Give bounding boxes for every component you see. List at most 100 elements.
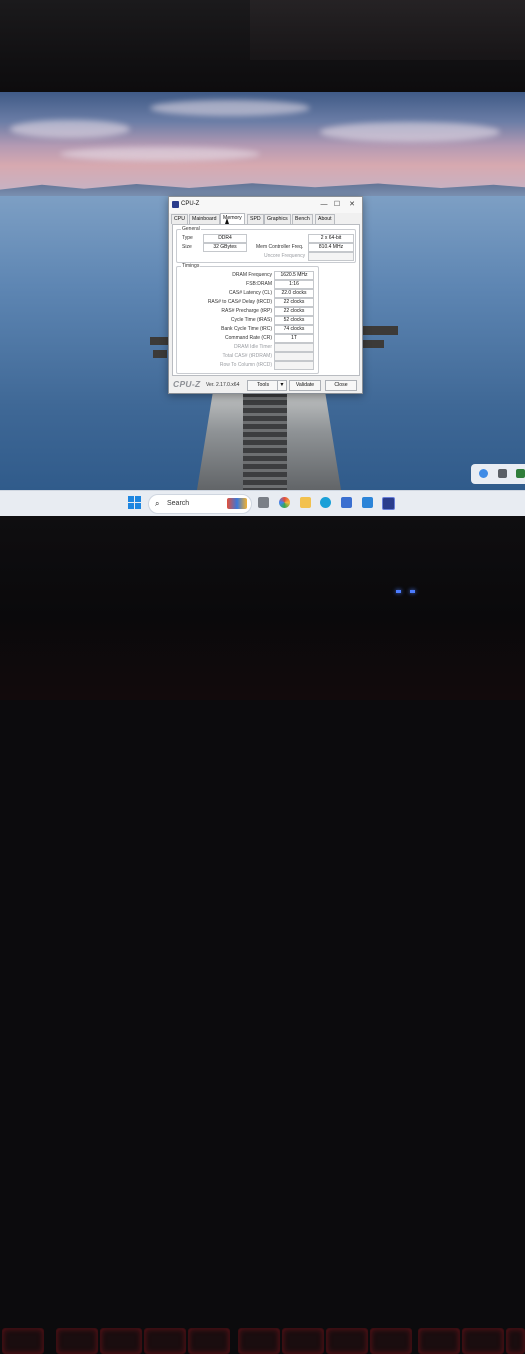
timing-label: Cycle Time (tRAS) [230,317,272,323]
wallpaper-cloud [150,100,310,116]
dram-frequency-value: 1620.5 MHz [274,271,314,280]
timing-label: DRAM Frequency [232,272,272,278]
network-icon[interactable] [479,469,488,478]
system-tray-flyout[interactable] [471,464,525,484]
window-titlebar[interactable]: CPU-Z — ☐ ✕ [169,197,362,213]
size-value: 32 GBytes [203,243,247,252]
windows-logo-tile [128,503,134,509]
general-group: General Type DDR4 Size 32 GBytes Channel… [176,226,356,263]
cas-latency-value: 22.0 clocks [274,289,314,298]
tab-about[interactable]: About [315,214,335,224]
maximize-button[interactable]: ☐ [332,200,342,209]
timing-label: Total CAS# (tRDRAM) [222,353,272,359]
tools-dropdown-arrow-icon[interactable]: ▼ [277,380,287,391]
file-explorer-icon[interactable] [300,497,311,508]
timing-label: FSB:DRAM [246,281,272,287]
keyboard-key [188,1328,230,1354]
fsb-dram-value: 1:16 [274,280,314,289]
trp-value: 22 clocks [274,307,314,316]
taskbar: ⌕ Search [0,490,525,516]
task-view-icon[interactable] [258,497,269,508]
timing-label: RAS# Precharge (tRP) [221,308,272,314]
cpu-z-app-icon [172,201,179,208]
wallpaper-cloud [320,122,500,142]
cpu-z-taskbar-icon[interactable] [382,497,395,510]
tools-button[interactable]: Tools [247,380,279,391]
background-lamp [250,0,525,60]
general-group-title: General [181,226,201,232]
uncore-frequency-label: Uncore Frequency [264,253,306,259]
keyboard-key [282,1328,324,1354]
app-tray-icon[interactable] [516,469,525,478]
validate-button[interactable]: Validate [289,380,321,391]
wallpaper-pier-post [150,337,168,345]
wallpaper-cloud [60,147,260,161]
cpu-z-brand-logo: CPU-Z [173,379,201,389]
keyboard-key [100,1328,142,1354]
wallpaper-cloud [10,120,130,138]
type-label: Type [182,235,193,241]
wallpaper-pier-post [362,326,398,335]
copilot-icon[interactable] [279,497,290,508]
tab-mainboard[interactable]: Mainboard [189,214,220,224]
tab-spd[interactable]: SPD [247,214,264,224]
search-icon: ⌕ [155,499,160,508]
total-cas-value [274,352,314,361]
tab-memory[interactable]: Memory [220,213,245,224]
tab-bench[interactable]: Bench [292,214,313,224]
keyboard-key [238,1328,280,1354]
trc-value: 74 clocks [274,325,314,334]
minimize-button[interactable]: — [319,200,329,209]
tras-value: 52 clocks [274,316,314,325]
keyboard-key [56,1328,98,1354]
taskbar-search-box[interactable]: ⌕ Search [148,494,252,514]
tab-graphics[interactable]: Graphics [264,214,291,224]
keyboard-key [370,1328,412,1354]
timing-label: CAS# Latency (CL) [228,290,272,296]
close-button[interactable]: Close [325,380,357,391]
timing-label: Row To Column (tRCD) [219,362,272,368]
windows-logo-tile [135,503,141,509]
window-footer: CPU-Z Ver. 2.17.0.x64 Tools ▼ Validate C… [169,377,362,393]
cpu-z-window: CPU-Z — ☐ ✕ CPU Mainboard Memory SPD Gra… [168,196,363,394]
wallpaper-sky [0,92,525,190]
keyboard-key [418,1328,460,1354]
search-placeholder: Search [167,500,190,507]
channel-value: 2 x 64-bit [308,234,354,243]
timing-label: Command Rate (CR) [225,335,272,341]
close-window-button[interactable]: ✕ [347,200,357,209]
keyboard-key [2,1328,44,1354]
timing-label: RAS# to CAS# Delay (tRCD) [207,299,272,305]
timing-label: DRAM Idle Timer [233,344,272,350]
edge-icon[interactable] [320,497,331,508]
keyboard-row [0,660,525,1354]
version-text: Ver. 2.17.0.x64 [206,382,240,388]
search-highlight-icon [227,498,247,509]
app-tray-icon[interactable] [498,469,507,478]
mouse-cursor-icon [225,218,229,224]
mem-controller-freq-label: Mem Controller Freq. [256,244,304,250]
windows-logo-tile [135,496,141,502]
size-label: Size [182,244,192,250]
photo-background-top [0,0,525,92]
mail-icon[interactable] [362,497,373,508]
trcd-value: 22 clocks [274,298,314,307]
tab-cpu[interactable]: CPU [171,214,188,224]
store-icon[interactable] [341,497,352,508]
wallpaper-pier-post [362,340,384,348]
timing-label: Bank Cycle Time (tRC) [221,326,272,332]
tab-bar: CPU Mainboard Memory SPD Graphics Bench … [171,213,360,224]
timings-group-title: Timings [181,263,201,269]
command-rate-value: 1T [274,334,314,343]
timings-group: Timings DRAM Frequency 1620.5 MHz FSB:DR… [176,263,319,374]
row-to-column-value [274,361,314,370]
window-title: CPU-Z [181,201,200,207]
memory-panel: General Type DDR4 Size 32 GBytes Channel… [172,224,360,376]
keyboard-key [462,1328,504,1354]
wallpaper-pier-post [153,350,167,358]
start-button[interactable] [128,496,142,510]
wallpaper-pier-planks [243,392,287,496]
windows-logo-icon [128,496,134,502]
keyboard-led-icon [410,590,415,593]
keyboard-key [326,1328,368,1354]
